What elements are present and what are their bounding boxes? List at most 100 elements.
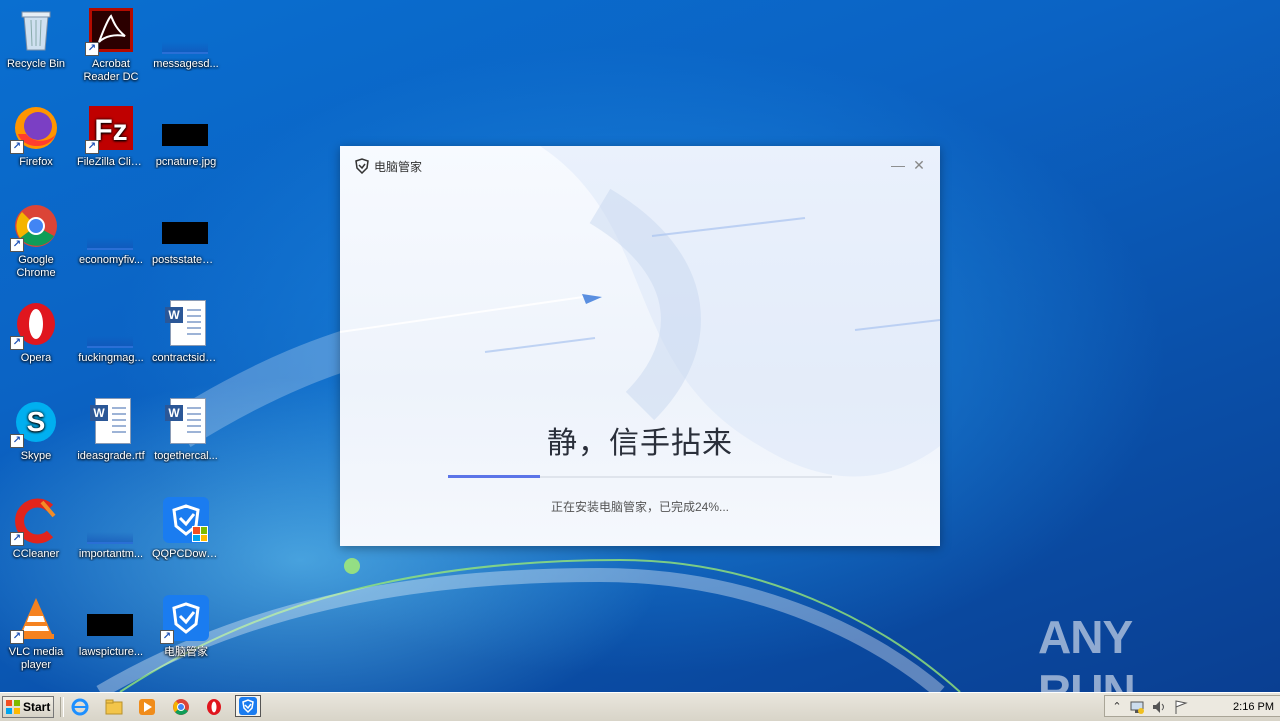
desktop-icon-label: Google Chrome [16,254,56,279]
desktop-icon-label: pcnature.jpg [155,156,217,168]
word-doc-icon: W [162,300,210,348]
desktop-icon-postsstatem[interactable]: postsstatem... [150,202,222,267]
image-file-icon [162,104,210,152]
desktop-icon-label: lawspicture... [78,646,144,658]
desktop-icon-vlc[interactable]: ↗ VLC media player [0,594,72,672]
shortcut-arrow-icon: ↗ [85,42,99,56]
desktop-icon-qqpcdownl[interactable]: QQPCDownl... [150,496,222,561]
pc-manager-icon: ↗ [160,594,210,644]
desktop-icon-contractside[interactable]: W contractside... [150,300,222,365]
desktop-icon-label: importantm... [78,548,144,560]
desktop-icon-pc-manager[interactable]: ↗ 电脑管家 [150,594,222,659]
desktop-icon-fuckingmag[interactable]: fuckingmag... [75,300,147,365]
chrome-icon[interactable] [171,697,191,717]
ccleaner-icon: ↗ [10,496,60,546]
desktop-icon-lawspicture[interactable]: lawspicture... [75,594,147,659]
desktop-icon-chrome[interactable]: ↗ Google Chrome [0,202,72,280]
chrome-icon: ↗ [10,202,60,252]
desktop-icon-label: togethercal... [154,450,218,462]
installer-window[interactable]: 电脑管家 — ✕ 静，信手拈来 正在安装电脑管家，已完成24%... [340,146,940,546]
desktop-icon-pcnature[interactable]: pcnature.jpg [150,104,222,169]
window-title: 电脑管家 [374,159,423,174]
desktop-icon-label: postsstatem... [152,254,221,266]
shortcut-arrow-icon: ↗ [10,336,24,350]
desktop-icon-economyfiv[interactable]: economyfiv... [75,202,147,267]
desktop-icon-label: Skype [20,450,52,462]
media-player-icon[interactable] [137,697,157,717]
start-label: Start [23,700,51,714]
svg-text:S: S [27,406,46,437]
desktop-icon-label: Firefox [19,156,53,168]
chevron-up-icon[interactable]: ⌃ [1109,699,1125,715]
desktop-icon-acrobat[interactable]: ↗ Acrobat Reader DC [75,6,147,84]
desktop-icon-filezilla[interactable]: Fz ↗ FileZilla Client [75,104,147,169]
opera-icon: ↗ [10,300,60,350]
desktop-icon-importantm[interactable]: importantm... [75,496,147,561]
desktop-icon-ideasgrade[interactable]: W ideasgrade.rtf [75,398,147,463]
taskbar-separator [60,697,64,717]
shield-logo-icon [354,158,370,175]
desktop-icon-label: fuckingmag... [78,352,144,364]
windows-logo-icon [5,699,21,715]
file-icon [162,6,210,54]
image-file-icon [162,202,210,250]
installer-slogan: 静，信手拈来 [547,427,733,460]
explorer-icon[interactable] [104,697,124,717]
desktop-icon-label: messagesd... [153,58,219,70]
vlc-icon: ↗ [10,594,60,644]
shortcut-arrow-icon: ↗ [10,238,24,252]
ie-icon[interactable] [70,697,90,717]
taskbar: Start ⌃ 2:16 PM [0,692,1280,721]
word-doc-icon: W [87,398,135,446]
desktop-icon-messagesd[interactable]: messagesd... [150,6,222,71]
install-status-text: 正在安装电脑管家，已完成24%... [550,500,730,514]
desktop-icon-label: FileZilla Client [77,156,147,168]
file-icon [87,496,135,544]
minimize-button[interactable]: — [889,156,907,174]
desktop-icon-label: ideasgrade.rtf [77,450,145,462]
desktop-icon-label: Acrobat Reader DC [83,58,139,83]
desktop-icon-recycle-bin[interactable]: Recycle Bin [0,6,72,71]
desktop-icon-label: QQPCDownl... [152,548,222,560]
desktop-icon-togethercal[interactable]: W togethercal... [150,398,222,463]
desktop-icon-label: Opera [20,352,52,364]
desktop-icon-ccleaner[interactable]: ↗ CCleaner [0,496,72,561]
pc-manager-taskbar-button[interactable] [235,695,261,717]
desktop-icon-label: Recycle Bin [6,58,66,70]
firefox-icon: ↗ [10,104,60,154]
shortcut-arrow-icon: ↗ [160,630,174,644]
file-icon [87,202,135,250]
opera-icon[interactable] [204,697,224,717]
desktop-icon-firefox[interactable]: ↗ Firefox [0,104,72,169]
desktop-icon-skype[interactable]: S ↗ Skype [0,398,72,463]
anyrun-watermark: ANY RUN [1038,611,1136,692]
filezilla-icon: Fz ↗ [85,104,135,154]
window-title-bar: 电脑管家 [354,158,423,175]
start-button[interactable]: Start [2,696,54,718]
pc-manager-icon [239,697,257,715]
close-button[interactable]: ✕ [910,156,928,174]
shortcut-arrow-icon: ↗ [10,434,24,448]
desktop-icon-label: VLC media player [8,646,64,671]
volume-icon[interactable] [1151,699,1167,715]
pc-manager-setup-icon [162,496,210,544]
desktop-icon-label: economyfiv... [79,254,143,266]
install-progress-fill [448,475,541,478]
desktop-icon-label: contractside... [152,352,221,364]
flag-icon[interactable] [1173,699,1189,715]
desktop-icon-label: CCleaner [12,548,60,560]
installer-background-art [340,146,940,477]
shortcut-arrow-icon: ↗ [10,532,24,546]
taskbar-clock[interactable]: 2:16 PM [1233,701,1274,713]
file-icon [87,300,135,348]
network-icon[interactable] [1129,699,1145,715]
desktop-icon-opera[interactable]: ↗ Opera [0,300,72,365]
desktop-icon-label: 电脑管家 [164,646,208,658]
word-doc-icon: W [162,398,210,446]
image-file-icon [87,594,135,642]
recycle-bin-icon [12,6,60,54]
skype-icon: S ↗ [10,398,60,448]
acrobat-icon: ↗ [85,6,135,56]
shortcut-arrow-icon: ↗ [85,140,99,154]
svg-text:Fz: Fz [94,114,127,147]
